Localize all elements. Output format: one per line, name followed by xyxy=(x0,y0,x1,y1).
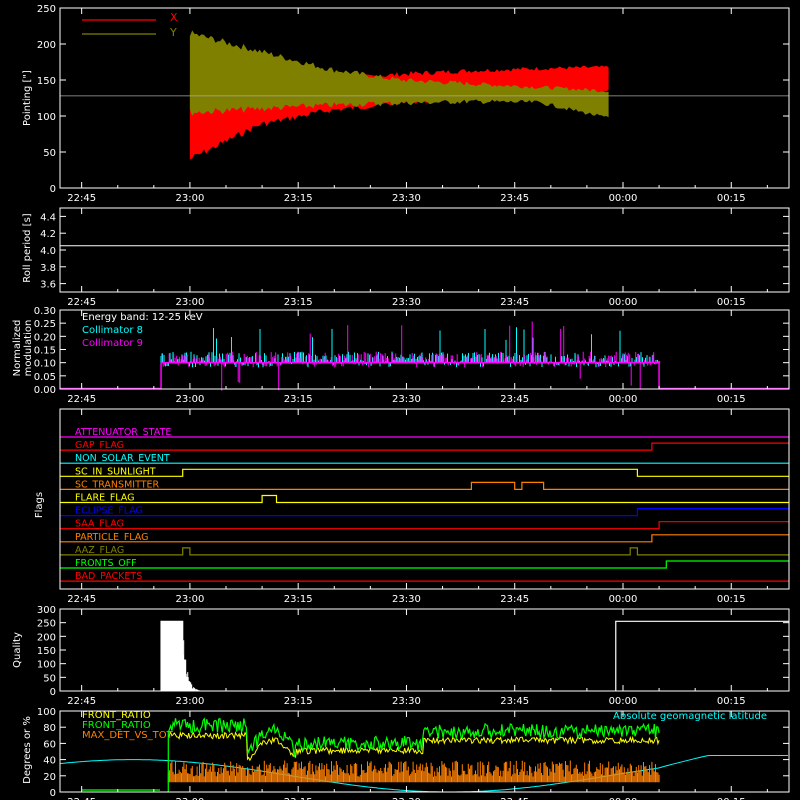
flag-label-saa-flag: SAA_FLAG xyxy=(75,519,124,530)
flags-xtick-label: 22:45 xyxy=(67,594,96,605)
quality-xtick-label: 23:00 xyxy=(176,696,205,707)
pointing-ytick-label: 150 xyxy=(37,76,56,87)
ratio-ytick-label: 20 xyxy=(43,772,56,783)
pointing-ytick-label: 50 xyxy=(43,148,56,159)
ratio-ytick-label: 80 xyxy=(43,723,56,734)
flags-xtick-label: 23:00 xyxy=(176,594,205,605)
hessi-quicklook-chart: Pointing ["] X Y Roll period [s] Normali… xyxy=(0,0,800,800)
modulation-ytick-label: 0.05 xyxy=(34,372,56,383)
quality-ytick-label: 300 xyxy=(37,605,56,616)
flag-label-sc-transmitter: SC_TRANSMITTER xyxy=(75,479,160,490)
roll-ytick-label: 4.4 xyxy=(40,212,56,223)
modulation-xtick-label: 22:45 xyxy=(67,394,96,405)
flags-xtick-label: 23:15 xyxy=(284,594,313,605)
pointing-ytick-label: 250 xyxy=(37,4,56,15)
modulation-y-label-2: modulation xyxy=(23,320,34,377)
collimator8-label: Collimator 8 xyxy=(82,325,143,336)
pointing-xtick-label: 23:15 xyxy=(284,193,313,204)
quality-ytick-label: 100 xyxy=(37,660,56,671)
flags-xtick-label: 23:30 xyxy=(392,594,421,605)
ratio-ytick-label: 40 xyxy=(43,756,56,767)
quality-y-label: Quality xyxy=(12,632,23,668)
flag-label-flare-flag: FLARE_FLAG xyxy=(75,493,135,504)
pointing-xtick-label: 00:00 xyxy=(609,193,638,204)
flag-label-non-solar-event: NON_SOLAR_EVENT xyxy=(75,453,170,464)
roll-xtick-label: 22:45 xyxy=(67,297,96,308)
flag-label-eclipse-flag: ECLIPSE_FLAG xyxy=(75,506,143,517)
modulation-xtick-label: 00:00 xyxy=(609,394,638,405)
pointing-xtick-label: 22:45 xyxy=(67,193,96,204)
quality-ytick-label: 50 xyxy=(43,673,56,684)
quality-xtick-label: 00:00 xyxy=(609,696,638,707)
max-det-label: MAX_DET_VS_TOT xyxy=(82,730,174,741)
flag-label-particle-flag: PARTICLE_FLAG xyxy=(75,532,148,543)
pointing-xtick-label: 00:15 xyxy=(717,193,746,204)
quality-block xyxy=(161,621,183,691)
modulation-xtick-label: 23:45 xyxy=(500,394,529,405)
quality-ytick-label: 200 xyxy=(37,632,56,643)
modulation-xtick-label: 23:00 xyxy=(176,394,205,405)
roll-xtick-label: 23:00 xyxy=(176,297,205,308)
quality-xtick-label: 22:45 xyxy=(67,696,96,707)
modulation-xtick-label: 23:30 xyxy=(392,394,421,405)
flag-label-sc-in-sunlight: SC_IN_SUNLIGHT xyxy=(75,466,156,477)
modulation-ytick-label: 0.25 xyxy=(34,319,56,330)
modulation-ytick-label: 0.20 xyxy=(34,332,56,343)
quality-ytick-label: 250 xyxy=(37,619,56,630)
ratio-ytick-label: 0 xyxy=(50,788,56,799)
latitude-label: Absolute geomagnetic latitude xyxy=(613,711,767,722)
quality-ytick-label: 0 xyxy=(50,687,56,698)
roll-xtick-label: 23:30 xyxy=(392,297,421,308)
pointing-xtick-label: 23:45 xyxy=(500,193,529,204)
pointing-ytick-label: 200 xyxy=(37,40,56,51)
flags-y-label: Flags xyxy=(34,492,45,518)
roll-xtick-label: 23:45 xyxy=(500,297,529,308)
modulation-ytick-label: 0.30 xyxy=(34,306,56,317)
modulation-ytick-label: 0.00 xyxy=(34,385,56,396)
quality-ytick-label: 150 xyxy=(37,646,56,657)
flags-xtick-label: 00:00 xyxy=(609,594,638,605)
quality-xtick-label: 23:30 xyxy=(392,696,421,707)
ratio-y-label: Degrees or % xyxy=(22,716,33,784)
flag-label-gap-flag: GAP_FLAG xyxy=(75,440,124,451)
ratio-ytick-label: 60 xyxy=(43,739,56,750)
flag-label-bad-packets: BAD_PACKETS xyxy=(75,571,142,582)
roll-ytick-label: 4.0 xyxy=(40,246,56,257)
quality-xtick-label: 23:45 xyxy=(500,696,529,707)
energy-band-label: Energy band: 12-25 keV xyxy=(82,312,203,323)
ratio-ytick-label: 100 xyxy=(37,707,56,718)
flag-label-aaz-flag: AAZ_FLAG xyxy=(75,545,124,556)
roll-ytick-label: 3.6 xyxy=(40,280,56,291)
legend-y-label: Y xyxy=(169,26,177,39)
quality-xtick-label: 00:15 xyxy=(717,696,746,707)
quality-xtick-label: 23:15 xyxy=(284,696,313,707)
roll-xtick-label: 00:00 xyxy=(609,297,638,308)
pointing-ytick-label: 100 xyxy=(37,112,56,123)
flag-label-attenuator-state: ATTENUATOR_STATE xyxy=(75,427,171,438)
modulation-ytick-label: 0.10 xyxy=(34,359,56,370)
modulation-ytick-label: 0.15 xyxy=(34,346,56,357)
legend-x-label: X xyxy=(170,11,178,24)
collimator9-label: Collimator 9 xyxy=(82,338,143,349)
roll-y-label: Roll period [s] xyxy=(22,213,33,282)
modulation-xtick-label: 00:15 xyxy=(717,394,746,405)
pointing-xtick-label: 23:00 xyxy=(176,193,205,204)
flags-xtick-label: 23:45 xyxy=(500,594,529,605)
roll-ytick-label: 4.2 xyxy=(40,229,56,240)
flags-xtick-label: 00:15 xyxy=(717,594,746,605)
modulation-xtick-label: 23:15 xyxy=(284,394,313,405)
flag-label-fronts-off: FRONTS_OFF xyxy=(75,558,137,569)
pointing-ytick-label: 0 xyxy=(50,184,56,195)
pointing-xtick-label: 23:30 xyxy=(392,193,421,204)
pointing-y-label: Pointing ["] xyxy=(22,70,33,126)
roll-ytick-label: 3.8 xyxy=(40,263,56,274)
roll-xtick-label: 00:15 xyxy=(717,297,746,308)
modulation-y-label: Normalized xyxy=(12,320,23,377)
roll-xtick-label: 23:15 xyxy=(284,297,313,308)
